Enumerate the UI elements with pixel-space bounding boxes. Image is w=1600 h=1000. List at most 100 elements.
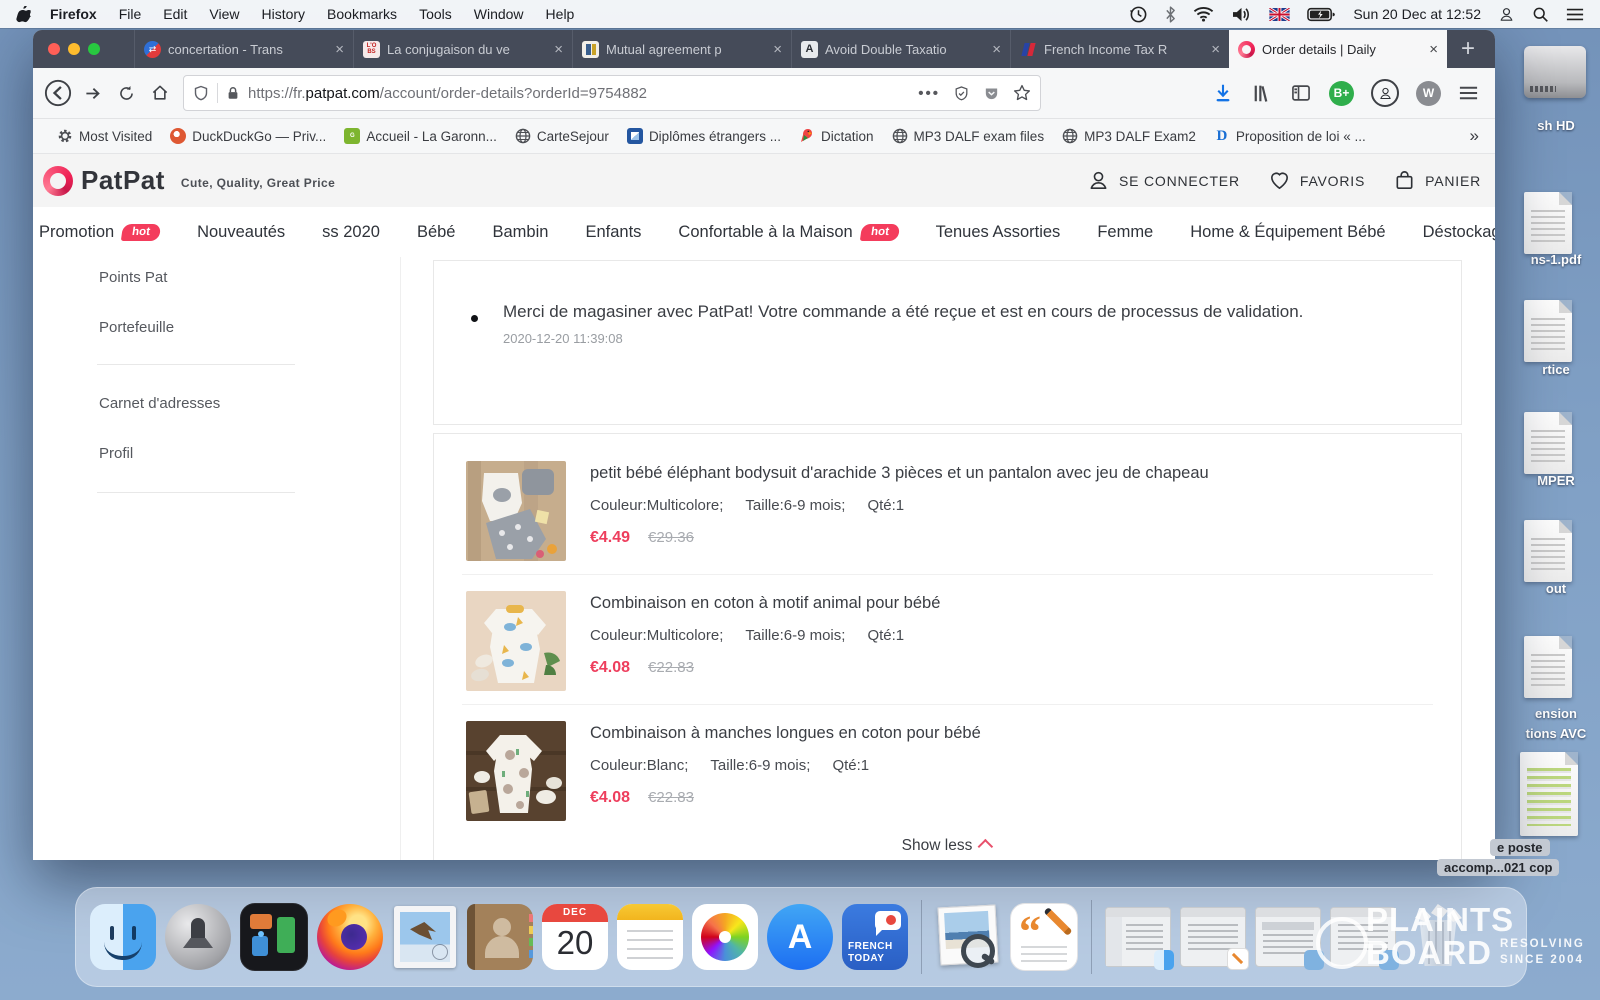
- back-button[interactable]: [41, 76, 75, 110]
- w-extension-icon[interactable]: W: [1416, 81, 1441, 106]
- minimize-window-button[interactable]: [68, 43, 80, 55]
- tab-close-icon[interactable]: ×: [1429, 41, 1438, 58]
- tab-close-icon[interactable]: ×: [1211, 41, 1220, 58]
- tab-french-income-tax[interactable]: French Income Tax R ×: [1010, 30, 1229, 68]
- sidebar-toggle-icon[interactable]: [1290, 82, 1312, 104]
- zoom-window-button[interactable]: [88, 43, 100, 55]
- bluetooth-icon[interactable]: [1165, 6, 1176, 23]
- user-icon[interactable]: [1498, 6, 1515, 23]
- file-icon[interactable]: [1524, 636, 1572, 698]
- home-button[interactable]: [143, 76, 177, 110]
- menu-window[interactable]: Window: [463, 6, 535, 22]
- time-machine-icon[interactable]: [1129, 5, 1148, 24]
- close-window-button[interactable]: [48, 43, 60, 55]
- file-label[interactable]: rtice: [1486, 362, 1600, 377]
- nav-bambin[interactable]: Bambin: [493, 223, 549, 242]
- sidebar-profil[interactable]: Profil: [99, 445, 133, 462]
- dock-photos-icon[interactable]: [692, 904, 758, 970]
- file-icon[interactable]: [1524, 300, 1572, 362]
- tab-close-icon[interactable]: ×: [335, 41, 344, 58]
- patpat-brand[interactable]: PatPat: [81, 165, 165, 196]
- bookmark-diplomes[interactable]: Diplômes étrangers ...: [618, 128, 790, 144]
- url-text[interactable]: https://fr.patpat.com/account/order-deta…: [248, 85, 918, 102]
- product-image[interactable]: [466, 721, 566, 821]
- notification-center-icon[interactable]: [1566, 7, 1584, 22]
- menu-tools[interactable]: Tools: [408, 6, 463, 22]
- minimized-finder-window[interactable]: [1105, 907, 1171, 967]
- downloads-icon[interactable]: [1212, 82, 1234, 104]
- dock-firefox-icon[interactable]: [317, 904, 383, 970]
- bookmark-cartesejour[interactable]: CarteSejour: [506, 128, 618, 144]
- bookmark-accueil[interactable]: GAccueil - La Garonn...: [335, 128, 506, 144]
- nav-promotion[interactable]: Promotionhot: [39, 223, 160, 242]
- menu-bookmarks[interactable]: Bookmarks: [316, 6, 408, 22]
- login-button[interactable]: SE CONNECTER: [1087, 169, 1240, 192]
- forward-button[interactable]: [75, 76, 109, 110]
- bookmark-most-visited[interactable]: Most Visited: [48, 128, 161, 144]
- tab-close-icon[interactable]: ×: [773, 41, 782, 58]
- nav-enfants[interactable]: Enfants: [585, 223, 641, 242]
- tab-mutual-agreement[interactable]: Mutual agreement p ×: [572, 30, 791, 68]
- reload-button[interactable]: [109, 76, 143, 110]
- dock-preview-icon[interactable]: [935, 904, 1001, 970]
- nav-tenues-assorties[interactable]: Tenues Assorties: [936, 223, 1061, 242]
- hamburger-menu-icon[interactable]: [1458, 84, 1479, 102]
- volume-icon[interactable]: [1231, 6, 1252, 23]
- tab-concertation[interactable]: ⇄ concertation - Trans ×: [134, 30, 353, 68]
- menu-history[interactable]: History: [250, 6, 316, 22]
- file-icon[interactable]: [1524, 192, 1572, 254]
- bookmarks-overflow-chevron[interactable]: »: [1470, 126, 1485, 146]
- input-language-flag-icon[interactable]: [1269, 8, 1290, 21]
- file-icon[interactable]: [1520, 752, 1578, 836]
- bookmark-mp3-dalf-exam-files[interactable]: MP3 DALF exam files: [883, 128, 1054, 144]
- show-less-button[interactable]: Show less: [434, 837, 1461, 855]
- pocket-icon[interactable]: [983, 85, 1000, 102]
- dock-calendar-icon[interactable]: DEC 20: [542, 904, 608, 970]
- dock-textedit-icon[interactable]: “: [1010, 903, 1078, 971]
- file-label[interactable]: ension: [1486, 706, 1600, 721]
- bplus-extension-icon[interactable]: B+: [1329, 81, 1354, 106]
- menu-view[interactable]: View: [198, 6, 250, 22]
- product-image[interactable]: [466, 591, 566, 691]
- spotlight-search-icon[interactable]: [1532, 6, 1549, 23]
- bookmark-mp3-dalf-exam2[interactable]: MP3 DALF Exam2: [1053, 128, 1205, 144]
- file-icon[interactable]: [1524, 412, 1572, 474]
- menu-file[interactable]: File: [108, 6, 153, 22]
- dock-french-today-icon[interactable]: FRENCH TODAY: [842, 904, 908, 970]
- tab-conjugaison[interactable]: L'O BS La conjugaison du ve ×: [353, 30, 572, 68]
- sidebar-portefeuille[interactable]: Portefeuille: [99, 319, 174, 336]
- account-icon[interactable]: [1371, 79, 1399, 107]
- library-icon[interactable]: [1251, 82, 1273, 104]
- sidebar-carnet-adresses[interactable]: Carnet d'adresses: [99, 395, 220, 412]
- product-title[interactable]: Combinaison à manches longues en coton p…: [590, 724, 1421, 743]
- apple-menu-icon[interactable]: [16, 6, 31, 23]
- tab-close-icon[interactable]: ×: [992, 41, 1001, 58]
- selected-file-label[interactable]: accomp...021 cop: [1437, 859, 1559, 876]
- bookmark-proposition-de-loi[interactable]: DProposition de loi « ...: [1205, 128, 1375, 144]
- dock-notes-icon[interactable]: [617, 904, 683, 970]
- new-tab-button[interactable]: +: [1447, 30, 1489, 68]
- bookmark-shield-icon[interactable]: [953, 85, 970, 102]
- favorites-button[interactable]: FAVORIS: [1268, 169, 1365, 192]
- nav-ss2020[interactable]: ss 2020: [322, 223, 380, 242]
- bookmark-duckduckgo[interactable]: DuckDuckGo — Priv...: [161, 128, 335, 144]
- file-label[interactable]: tions AVC: [1486, 726, 1600, 741]
- tab-close-icon[interactable]: ×: [554, 41, 563, 58]
- dock-usage-app-icon[interactable]: [240, 903, 308, 971]
- file-label[interactable]: MPER: [1486, 473, 1600, 488]
- nav-destockage[interactable]: Déstockage: [1423, 223, 1495, 242]
- bookmark-dictation[interactable]: Dictation: [790, 128, 883, 144]
- macintosh-hd-icon[interactable]: [1524, 46, 1586, 98]
- product-title[interactable]: petit bébé éléphant bodysuit d'arachide …: [590, 464, 1421, 483]
- nav-femme[interactable]: Femme: [1097, 223, 1153, 242]
- product-title[interactable]: Combinaison en coton à motif animal pour…: [590, 594, 1421, 613]
- patpat-logo-icon[interactable]: [43, 166, 73, 196]
- product-image[interactable]: [466, 461, 566, 561]
- tab-avoid-double-taxation[interactable]: A Avoid Double Taxatio ×: [791, 30, 1010, 68]
- minimized-document-window[interactable]: [1180, 907, 1246, 967]
- wifi-icon[interactable]: [1193, 6, 1214, 22]
- dock-mail-icon[interactable]: [392, 904, 458, 970]
- dock-finder-icon[interactable]: [90, 904, 156, 970]
- tab-order-details-active[interactable]: Order details | Daily ×: [1229, 30, 1447, 68]
- nav-bebe[interactable]: Bébé: [417, 223, 456, 242]
